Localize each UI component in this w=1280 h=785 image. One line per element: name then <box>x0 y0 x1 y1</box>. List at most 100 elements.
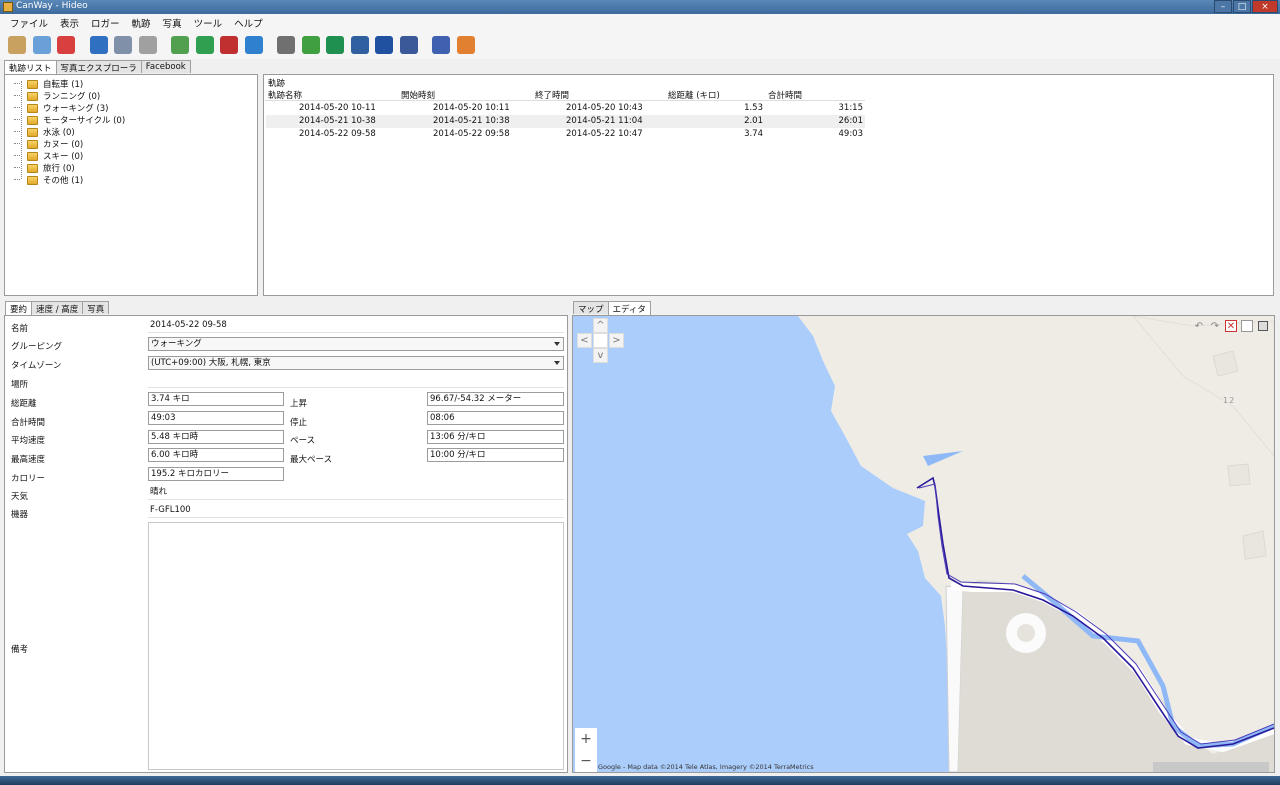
stop-field[interactable]: 08:06 <box>427 411 564 425</box>
export-kml-button[interactable] <box>349 34 371 56</box>
pan-left-button[interactable]: < <box>577 333 592 348</box>
pan-up-button[interactable]: ^ <box>593 318 608 333</box>
avg-speed-field[interactable]: 5.48 キロ時 <box>148 430 284 444</box>
exit-button[interactable] <box>455 34 477 56</box>
col-total-time[interactable]: 合計時間 <box>768 89 802 101</box>
redo-icon[interactable]: ↷ <box>1209 320 1221 332</box>
tree-item[interactable]: スキー (0) <box>14 150 83 162</box>
tab-photos[interactable]: 写真 <box>82 301 110 315</box>
menu-photo[interactable]: 写真 <box>157 16 188 30</box>
rotate-button[interactable] <box>243 34 265 56</box>
weather-field[interactable]: 晴れ <box>148 486 564 500</box>
tree-item[interactable]: 水泳 (0) <box>14 126 75 138</box>
tab-photo-explorer[interactable]: 写真エクスプローラ <box>55 60 142 74</box>
calorie-field[interactable]: 195.2 キロカロリー <box>148 467 284 481</box>
max-speed-field[interactable]: 6.00 キロ時 <box>148 448 284 462</box>
device-label: 機器 <box>11 510 29 520</box>
map-view[interactable]: 12 ^ < > v ↶ ↷ ✕ + − Google - Map data ©… <box>573 316 1274 772</box>
table-cell: 2014-05-21 10:38 <box>433 116 510 126</box>
total-time-field[interactable]: 49:03 <box>148 411 284 425</box>
folder-icon <box>27 151 38 161</box>
stop-label: 停止 <box>290 418 308 428</box>
menu-track[interactable]: 軌跡 <box>126 16 157 30</box>
table-row[interactable]: 2014-05-21 10-38 2014-05-21 10:38 2014-05-… <box>266 115 865 128</box>
table-cell: 2014-05-22 09:58 <box>433 129 510 139</box>
name-field[interactable]: 2014-05-22 09-58 <box>148 319 564 333</box>
distance-field[interactable]: 3.74 キロ <box>148 392 284 406</box>
chevron-right-icon: > <box>612 335 621 346</box>
track-delete-button[interactable] <box>169 34 191 56</box>
help-button[interactable] <box>430 34 452 56</box>
tab-track-list[interactable]: 軌跡リスト <box>4 60 57 74</box>
folder-icon <box>27 175 38 185</box>
max-pace-field[interactable]: 10:00 分/キロ <box>427 448 564 462</box>
table-row[interactable]: 2014-05-20 10-11 2014-05-20 10:11 2014-05-… <box>266 102 865 115</box>
tab-summary[interactable]: 要約 <box>5 301 33 315</box>
track-group-label: 軌跡 <box>268 79 286 89</box>
photo-remove-button[interactable] <box>218 34 240 56</box>
col-distance[interactable]: 総距離 (キロ) <box>668 89 720 101</box>
bar-chart-button[interactable] <box>55 34 77 56</box>
close-button[interactable]: × <box>1252 0 1278 13</box>
tree-item[interactable]: 旅行 (0) <box>14 162 75 174</box>
menu-help[interactable]: ヘルプ <box>228 16 269 30</box>
timezone-select[interactable]: (UTC+09:00) 大阪, 札幌, 東京 <box>148 356 564 370</box>
database-button[interactable] <box>112 34 134 56</box>
minimize-button[interactable]: – <box>1214 0 1232 13</box>
table-cell: 31:15 <box>838 103 864 113</box>
tab-map[interactable]: マップ <box>573 301 609 315</box>
menu-file[interactable]: ファイル <box>4 16 54 30</box>
select-icon[interactable] <box>1241 320 1253 332</box>
tree-item[interactable]: 自転車 (1) <box>14 78 83 90</box>
google-earth-button[interactable] <box>373 34 395 56</box>
col-end-time[interactable]: 終了時間 <box>535 89 569 101</box>
tree-item[interactable]: その他 (1) <box>14 174 83 186</box>
zoom-in-button[interactable]: + <box>575 728 597 750</box>
grouping-label: グルーピング <box>11 342 63 352</box>
col-start-time[interactable]: 開始時刻 <box>401 89 435 101</box>
memo-textarea[interactable] <box>148 522 564 770</box>
tree-item[interactable]: カヌー (0) <box>14 138 84 150</box>
tree-item[interactable]: ランニング (0) <box>14 90 101 102</box>
photo-add-icon <box>195 36 214 54</box>
track-chart-button[interactable] <box>31 34 53 56</box>
import-gps-button[interactable] <box>6 34 28 56</box>
tree-item[interactable]: モーターサイクル (0) <box>14 114 125 126</box>
col-track-name[interactable]: 軌跡名称 <box>268 89 302 101</box>
save-icon[interactable] <box>1257 320 1269 332</box>
menu-view[interactable]: 表示 <box>54 16 85 30</box>
grouping-select[interactable]: ウォーキング <box>148 337 564 351</box>
tree-item[interactable]: ウォーキング (3) <box>14 102 109 114</box>
map-scrollbar[interactable] <box>1153 762 1269 772</box>
facebook-button[interactable] <box>398 34 420 56</box>
rotate-icon <box>244 36 263 54</box>
database-edit-button[interactable] <box>137 34 159 56</box>
zoom-out-button[interactable]: − <box>575 750 597 772</box>
maximize-button[interactable]: □ <box>1233 0 1251 13</box>
menu-tools[interactable]: ツール <box>188 16 229 30</box>
export-csv-button[interactable] <box>300 34 322 56</box>
export-gpx-button[interactable] <box>324 34 346 56</box>
table-row[interactable]: 2014-05-22 09-58 2014-05-22 09:58 2014-05-… <box>266 128 865 141</box>
device-field[interactable]: F-GFL100 <box>148 504 564 518</box>
ascent-field[interactable]: 96.67/-54.32 メーター <box>427 392 564 406</box>
tree-item-label: ランニング (0) <box>43 92 101 102</box>
help-icon <box>432 36 450 54</box>
tab-speed-altitude[interactable]: 速度 / 高度 <box>31 301 84 315</box>
delete-icon[interactable]: ✕ <box>1225 320 1237 332</box>
tab-facebook[interactable]: Facebook <box>140 60 191 73</box>
pan-right-button[interactable]: > <box>609 333 624 348</box>
tree-item-label: カヌー (0) <box>43 140 84 150</box>
undo-icon[interactable]: ↶ <box>1193 320 1205 332</box>
photo-add-button[interactable] <box>194 34 216 56</box>
pan-center[interactable] <box>593 333 608 348</box>
device-button[interactable] <box>88 34 110 56</box>
menu-logger[interactable]: ロガー <box>85 16 126 30</box>
tab-editor[interactable]: エディタ <box>607 301 651 315</box>
place-field[interactable] <box>148 374 564 388</box>
tools-button[interactable] <box>275 34 297 56</box>
left-tabstrip: 軌跡リスト 写真エクスプローラ Facebook <box>4 60 191 74</box>
map-tabstrip: マップ エディタ <box>573 301 651 315</box>
pan-down-button[interactable]: v <box>593 348 608 363</box>
pace-field[interactable]: 13:06 分/キロ <box>427 430 564 444</box>
